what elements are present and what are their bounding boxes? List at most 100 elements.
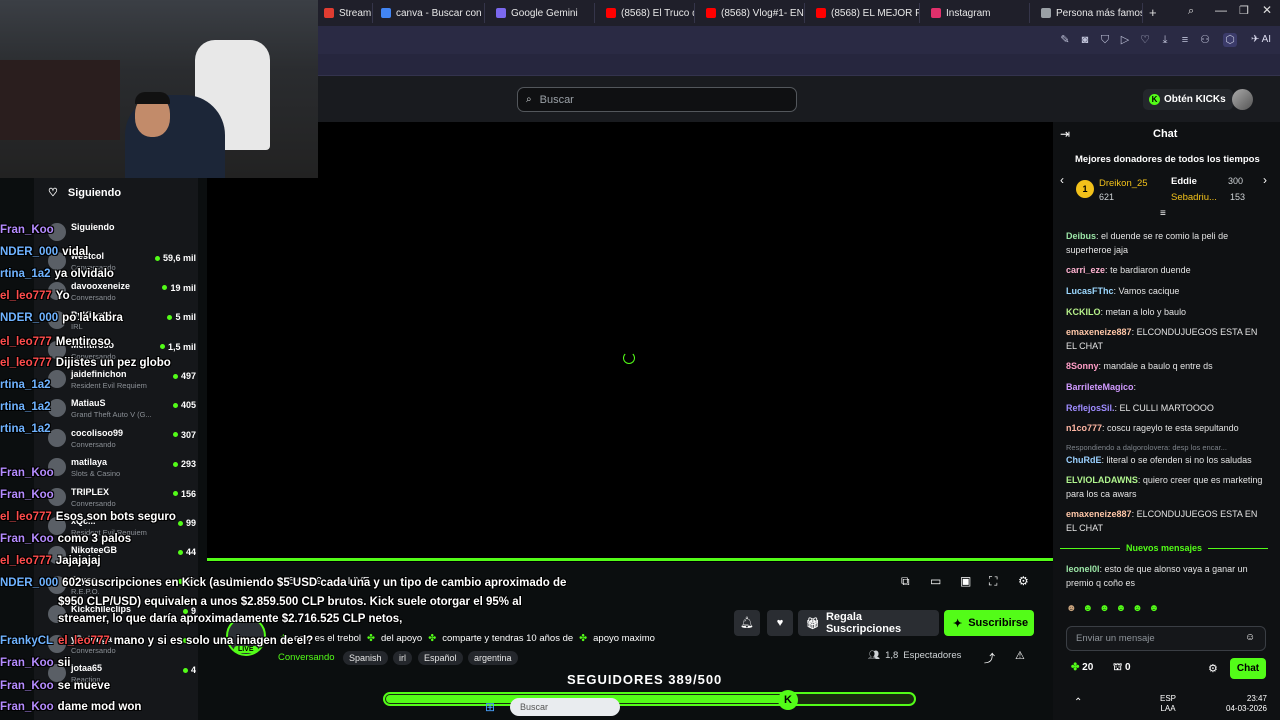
sidebar-channel-item[interactable]: TRIPLEX Conversando 156 (44, 485, 200, 514)
get-kicks-button[interactable]: K Obtén KICKs (1143, 89, 1233, 110)
minimize-icon[interactable]: — (1215, 3, 1227, 17)
emote-icon[interactable]: ☻ (1132, 603, 1143, 617)
extension-icon[interactable]: ⬡ (1223, 33, 1237, 47)
gift-subscriptions-button[interactable]: 🎁︎ Regala Suscripciones (798, 610, 939, 636)
browser-tab[interactable]: (8568) EL MEJOR PACK d (810, 3, 920, 23)
filter-icon[interactable]: ≡ (1160, 208, 1166, 219)
chat-message-input[interactable]: Enviar un mensaje (1066, 626, 1266, 651)
channel-points[interactable]: ✤ 20 (1071, 662, 1093, 673)
sidebar-channel-item[interactable]: MatiauS Grand Theft Auto V (G... 405 (44, 396, 200, 425)
browser-tab[interactable]: Stream - Wat (318, 3, 373, 23)
donor-name[interactable]: Sebadriu... (1171, 192, 1217, 203)
browser-tab[interactable]: Instagram (925, 3, 1030, 23)
report-icon[interactable]: ⚠ (1015, 649, 1025, 662)
new-messages-divider[interactable]: Nuevos mensajes (1060, 543, 1269, 553)
chat-username[interactable]: Deibus (1066, 231, 1096, 241)
chat-message[interactable]: ChuRdE: literal o se ofenden si no los s… (1066, 453, 1266, 467)
search-input[interactable]: ⌕ Buscar (517, 87, 797, 112)
donor-name[interactable]: Dreikon_25 (1099, 178, 1148, 189)
stream-tag[interactable]: Spanish (343, 651, 388, 665)
chat-message[interactable]: KCKILO: metan a lolo y baulo (1066, 305, 1266, 319)
emote-icon[interactable]: ☻ (1099, 603, 1110, 617)
chat-message[interactable]: emaxeneize887: ELCONDUJUEGOS ESTA EN EL … (1066, 507, 1266, 535)
search-tabs-icon[interactable]: ⌕ (1188, 5, 1194, 18)
maximize-icon[interactable]: ❐ (1239, 4, 1249, 17)
stream-tag[interactable]: argentina (468, 651, 518, 665)
stream-tag[interactable]: Español (418, 651, 463, 665)
chat-username[interactable]: carri_eze (1066, 265, 1105, 275)
emote-icon[interactable]: ☻ (1083, 603, 1094, 617)
stream-tag[interactable]: irl (393, 651, 412, 665)
chat-username[interactable]: leonel0l (1066, 564, 1100, 574)
camera-icon[interactable]: ◙ (1078, 33, 1092, 47)
heart-icon[interactable]: ♡ (1138, 33, 1152, 47)
play-icon[interactable]: ▷ (1118, 33, 1132, 47)
send-chat-button[interactable]: Chat (1230, 658, 1266, 679)
gifts-counter[interactable]: ⛫ 0 (1113, 662, 1131, 675)
chat-message[interactable]: emaxeneize887: ELCONDUJUEGOS ESTA EN EL … (1066, 325, 1266, 353)
chat-username[interactable]: emaxeneize887 (1066, 327, 1132, 337)
browser-tab[interactable]: canva - Buscar con Goog (375, 3, 485, 23)
stream-category[interactable]: Conversando (278, 652, 335, 663)
settings-gear-icon[interactable]: ⚙ (1018, 574, 1029, 588)
collapse-chat-icon[interactable]: ⇥ (1060, 127, 1070, 141)
clip-icon[interactable]: ⧉ (901, 574, 910, 589)
download-icon[interactable]: ⤓ (1158, 33, 1172, 47)
new-tab-button[interactable]: + (1149, 5, 1157, 20)
emote-bar[interactable]: ☻ ☻ ☻ ☻ ☻ ☻ (1066, 603, 1256, 617)
user-icon[interactable]: ⚇ (1198, 33, 1212, 47)
emote-icon[interactable]: ☻ (1116, 603, 1127, 617)
ai-button[interactable]: ✈ AI (1251, 34, 1271, 45)
address-bar[interactable] (318, 26, 1280, 54)
chat-username[interactable]: BarrileteMagico (1066, 382, 1134, 392)
user-avatar[interactable] (1232, 89, 1253, 110)
chat-message[interactable]: ELVIOLADAWNS: quiero creer que es market… (1066, 473, 1266, 501)
tray-chevron-icon[interactable]: ⌃ (1074, 697, 1082, 708)
chat-message[interactable]: leonel0l: esto de que alonso vaya a gana… (1066, 562, 1266, 590)
sidebar-channel-item[interactable]: Siguiendo (44, 220, 200, 249)
taskbar-search[interactable]: Buscar (510, 698, 620, 716)
chat-message[interactable]: carri_eze: te bardiaron duende (1066, 263, 1266, 277)
chat-message[interactable]: ReflejosSil.: EL CULLI MARTOOOO (1066, 401, 1266, 415)
fullscreen-icon[interactable]: ⛶ (989, 574, 997, 589)
chat-username[interactable]: ReflejosSil. (1066, 403, 1115, 413)
chat-username[interactable]: ELVIOLADAWNS (1066, 475, 1138, 485)
close-window-icon[interactable]: ✕ (1262, 3, 1272, 17)
chat-username[interactable]: ChuRdE (1066, 455, 1102, 465)
browser-tab[interactable]: Persona más famosa Kic (1035, 3, 1143, 23)
subscribe-button[interactable]: ✦ Suscribirse (944, 610, 1034, 636)
chat-username[interactable]: 8Sonny (1066, 361, 1099, 371)
chat-username[interactable]: emaxeneize887 (1066, 509, 1132, 519)
theater-mode-icon[interactable]: ▭ (930, 574, 941, 588)
chat-message[interactable]: Deibus: el duende se re comio la peli de… (1066, 229, 1266, 257)
sidebar-channel-item[interactable]: matilaya Slots & Casino 293 (44, 455, 200, 484)
player-progress-bar[interactable] (207, 558, 1053, 561)
chat-settings-icon[interactable]: ⚙ (1208, 662, 1218, 675)
emoji-icon[interactable]: ☺ (1245, 632, 1255, 643)
edit-icon[interactable]: ✎ (1058, 33, 1072, 47)
share-icon[interactable]: ⤴ (984, 650, 995, 666)
chat-username[interactable]: n1co777 (1066, 423, 1102, 433)
emote-icon[interactable]: ☻ (1066, 603, 1077, 617)
chat-message[interactable]: BarrileteMagico: (1066, 380, 1266, 394)
donor-name[interactable]: Eddie (1171, 176, 1197, 187)
emote-icon[interactable]: ☻ (1149, 603, 1160, 617)
sidebar-channel-item[interactable]: jaidefinichon Resident Evil Requiem 497 (44, 367, 200, 396)
browser-tab[interactable]: (8568) Vlog#1- EN SANT (700, 3, 805, 23)
shield-icon[interactable]: ⛉ (1098, 33, 1112, 47)
donors-next-icon[interactable]: › (1263, 173, 1267, 187)
sidebar-channel-item[interactable]: cocolisoo99 Conversando 307 (44, 426, 200, 455)
language-indicator[interactable]: ESP LAA (1160, 694, 1176, 714)
chat-username[interactable]: LucasFThc (1066, 286, 1114, 296)
chat-username[interactable]: KCKILO (1066, 307, 1101, 317)
notifications-bell-icon[interactable]: 🔔︎ (734, 610, 760, 636)
clock[interactable]: 23:47 04-03-2026 (1226, 694, 1267, 714)
donors-prev-icon[interactable]: ‹ (1060, 173, 1064, 187)
mini-player-icon[interactable]: ▣ (960, 574, 971, 588)
chat-message[interactable]: n1co777: coscu rageylo te esta sepultand… (1066, 421, 1266, 435)
chat-message[interactable]: 8Sonny: mandale a baulo q entre ds (1066, 359, 1266, 373)
browser-tab[interactable]: Google Gemini (490, 3, 595, 23)
windows-start-icon[interactable]: ⊞ (485, 700, 495, 714)
chat-message[interactable]: LucasFThc: Vamos cacique (1066, 284, 1266, 298)
follow-heart-icon[interactable]: ♥ (767, 610, 793, 636)
